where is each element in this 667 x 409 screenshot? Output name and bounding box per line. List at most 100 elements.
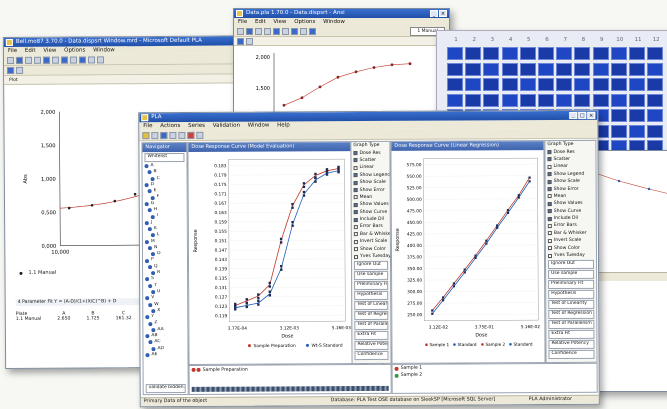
minimize-icon[interactable]: _ — [569, 111, 578, 119]
plate-well[interactable] — [647, 47, 664, 60]
refresh-icon[interactable] — [196, 131, 204, 139]
plate-well[interactable] — [483, 47, 500, 60]
option-button[interactable]: Ignore Out — [354, 261, 389, 271]
menu-edit[interactable]: Edit — [255, 19, 266, 25]
plate-well[interactable] — [592, 78, 609, 91]
close-icon[interactable]: × — [439, 10, 447, 17]
menu-validation[interactable]: Validation — [213, 123, 240, 129]
plate-well[interactable] — [574, 62, 591, 76]
layout-icon[interactable] — [237, 37, 244, 45]
save-icon[interactable] — [151, 131, 159, 139]
checkbox[interactable] — [353, 165, 358, 170]
plate-well[interactable] — [483, 93, 500, 107]
plate-well[interactable] — [519, 78, 536, 91]
checkbox[interactable] — [547, 201, 552, 206]
sample-2-row[interactable]: Sample 2 — [393, 371, 597, 379]
plate-well[interactable] — [574, 78, 591, 91]
checkbox[interactable] — [353, 195, 358, 200]
option-button[interactable]: Preliminary Fit — [354, 281, 389, 291]
checkbox[interactable] — [353, 188, 358, 193]
plate-well[interactable] — [647, 93, 664, 107]
option-button[interactable]: Test of Linearity — [354, 301, 389, 311]
plate-icon[interactable] — [42, 56, 51, 64]
menu-window[interactable]: Window — [93, 47, 115, 53]
navigator-filter[interactable]: Whitelist — [144, 152, 185, 163]
checkbox[interactable] — [547, 253, 552, 258]
table-icon[interactable] — [300, 27, 307, 35]
plate-well[interactable] — [465, 93, 482, 107]
menu-file[interactable]: File — [143, 123, 152, 129]
grid-icon[interactable] — [51, 56, 60, 64]
grid-icon[interactable] — [282, 27, 289, 35]
plate-well[interactable] — [610, 78, 627, 91]
option-button[interactable]: Test of Regression — [548, 310, 595, 320]
window-main-pla[interactable]: PLA _ □ × File Actions Series Validation W… — [138, 109, 600, 408]
refresh-icon[interactable] — [246, 37, 253, 45]
checkbox[interactable] — [547, 231, 552, 236]
option-button[interactable]: Hypothesis — [354, 291, 389, 301]
navigator-item[interactable]: AE — [143, 352, 187, 359]
delete-icon[interactable] — [169, 131, 177, 139]
print-icon[interactable] — [160, 131, 168, 139]
checkbox[interactable] — [547, 150, 552, 155]
menu-file[interactable]: File — [238, 19, 247, 25]
option-button[interactable]: Preliminary Fit — [548, 280, 595, 290]
option-button[interactable]: Extra Fit — [354, 331, 389, 341]
plate-well[interactable] — [556, 47, 573, 60]
plate-well[interactable] — [538, 78, 554, 91]
zoom-icon[interactable] — [87, 55, 96, 63]
option-row[interactable]: Yves Tuesday — [546, 252, 596, 260]
plate-well[interactable] — [629, 93, 645, 107]
menu-view[interactable]: View — [43, 48, 56, 54]
print-icon[interactable] — [33, 56, 42, 64]
menu-window[interactable]: Window — [323, 19, 345, 25]
fit-icon[interactable] — [78, 55, 87, 64]
menu-options[interactable]: Options — [294, 19, 315, 25]
validate-icon[interactable] — [187, 131, 195, 139]
checkbox[interactable] — [353, 202, 358, 207]
plate-well[interactable] — [647, 62, 664, 76]
plate-well[interactable] — [538, 47, 554, 60]
open-icon[interactable] — [246, 27, 253, 35]
plate-well[interactable] — [465, 47, 482, 60]
plate-well[interactable] — [592, 93, 609, 107]
checkbox[interactable] — [353, 151, 358, 156]
option-button[interactable]: Test of Regression — [354, 311, 389, 321]
plate-well[interactable] — [556, 93, 573, 107]
refresh-icon[interactable] — [16, 66, 24, 74]
sample-prep-row[interactable]: Sample Preparation — [190, 365, 391, 374]
option-button[interactable]: Hypothesis — [548, 290, 595, 300]
plate-well[interactable] — [610, 93, 627, 107]
option-button[interactable]: Relative Potency — [354, 341, 389, 351]
cut-icon[interactable] — [178, 131, 186, 139]
plate-well[interactable] — [647, 109, 664, 122]
plate-well[interactable] — [465, 78, 482, 91]
option-button[interactable]: Ignore Out — [548, 260, 595, 270]
plate-well[interactable] — [447, 62, 463, 76]
plate-icon[interactable] — [273, 27, 280, 35]
minimize-icon[interactable]: _ — [430, 10, 438, 17]
checkbox[interactable] — [547, 224, 552, 229]
option-button[interactable]: Test of Linearity — [548, 300, 595, 310]
plate-well[interactable] — [519, 62, 536, 76]
plate-well[interactable] — [447, 47, 463, 60]
plate-well[interactable] — [629, 62, 645, 76]
checkbox[interactable] — [547, 246, 552, 251]
plate-well[interactable] — [629, 47, 645, 60]
checkbox[interactable] — [353, 225, 358, 230]
plate-well[interactable] — [610, 109, 627, 122]
new-icon[interactable] — [237, 27, 244, 35]
plate-well[interactable] — [556, 78, 573, 91]
plate-well[interactable] — [465, 62, 482, 76]
plate-well[interactable] — [483, 78, 500, 91]
plate-well[interactable] — [629, 78, 645, 91]
plate-well[interactable] — [519, 47, 536, 60]
checkbox[interactable] — [547, 238, 552, 243]
plate-well[interactable] — [501, 47, 518, 60]
save-icon[interactable] — [255, 27, 262, 35]
chart-icon[interactable] — [291, 27, 298, 35]
plate-well[interactable] — [592, 62, 609, 76]
open-icon[interactable] — [142, 131, 150, 139]
checkbox[interactable] — [547, 187, 552, 192]
plate-well[interactable] — [629, 109, 645, 122]
